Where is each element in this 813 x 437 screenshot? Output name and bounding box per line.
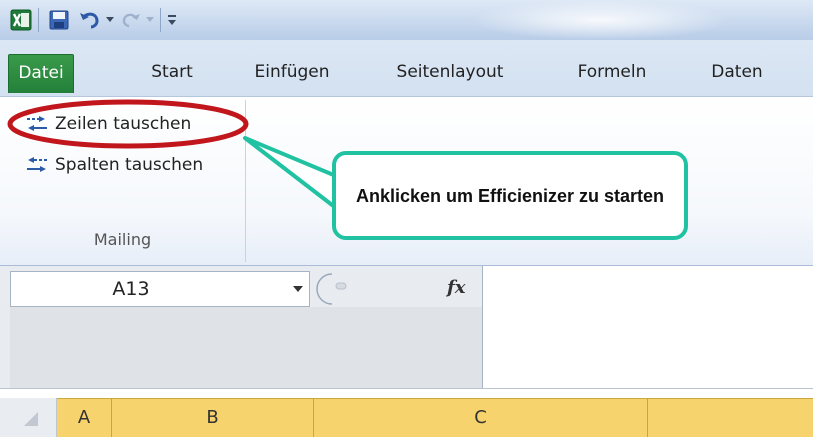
callout-pointer-join bbox=[336, 178, 344, 206]
save-icon[interactable] bbox=[46, 8, 72, 32]
select-all-corner[interactable] bbox=[0, 398, 57, 437]
redo-icon[interactable] bbox=[120, 8, 142, 32]
formula-bar-resize-icon[interactable] bbox=[312, 271, 352, 307]
undo-dropdown-icon[interactable] bbox=[104, 8, 116, 32]
swap-columns-icon bbox=[27, 157, 47, 172]
name-box-value: A13 bbox=[112, 278, 150, 300]
title-bar bbox=[0, 0, 813, 40]
formula-input[interactable] bbox=[482, 266, 813, 388]
quick-access-separator bbox=[160, 8, 161, 32]
tab-einfuegen[interactable]: Einfügen bbox=[240, 56, 344, 88]
undo-icon[interactable] bbox=[78, 8, 102, 32]
tab-start[interactable]: Start bbox=[132, 56, 212, 88]
tab-datei[interactable]: Datei bbox=[8, 54, 74, 93]
column-header-b[interactable]: B bbox=[112, 398, 314, 437]
customize-toolbar-icon[interactable] bbox=[164, 8, 180, 32]
ribbon-tab-row: Datei Start Einfügen Seitenlayout Formel… bbox=[0, 40, 813, 96]
select-all-triangle-icon bbox=[24, 412, 38, 426]
callout-box: Anklicken um Efficienizer zu starten bbox=[332, 151, 688, 240]
excel-logo-icon[interactable] bbox=[8, 8, 34, 32]
formula-bar-panel bbox=[10, 307, 482, 388]
ribbon-group-label: Mailing bbox=[93, 230, 152, 249]
tab-daten[interactable]: Daten bbox=[692, 56, 782, 88]
insert-function-icon[interactable]: fx bbox=[447, 277, 465, 298]
title-glow bbox=[470, 0, 730, 40]
column-header-c[interactable]: C bbox=[314, 398, 648, 437]
column-header-d[interactable] bbox=[648, 398, 813, 437]
swap-rows-icon bbox=[27, 116, 47, 131]
name-box[interactable]: A13 bbox=[10, 271, 310, 307]
quick-access-separator bbox=[38, 8, 39, 32]
zeilen-tauschen-label: Zeilen tauschen bbox=[55, 114, 192, 134]
zeilen-tauschen-button[interactable]: Zeilen tauschen bbox=[25, 112, 191, 136]
redo-dropdown-icon[interactable] bbox=[144, 8, 156, 32]
callout-text: Anklicken um Efficienizer zu starten bbox=[355, 185, 665, 206]
column-header-a[interactable]: A bbox=[57, 398, 112, 437]
tab-formeln[interactable]: Formeln bbox=[560, 56, 664, 88]
chevron-down-icon[interactable] bbox=[293, 286, 303, 292]
tab-seitenlayout[interactable]: Seitenlayout bbox=[380, 56, 520, 88]
spalten-tauschen-label: Spalten tauschen bbox=[55, 155, 204, 175]
ribbon-group-separator bbox=[245, 100, 246, 262]
spalten-tauschen-button[interactable]: Spalten tauschen bbox=[25, 153, 203, 177]
